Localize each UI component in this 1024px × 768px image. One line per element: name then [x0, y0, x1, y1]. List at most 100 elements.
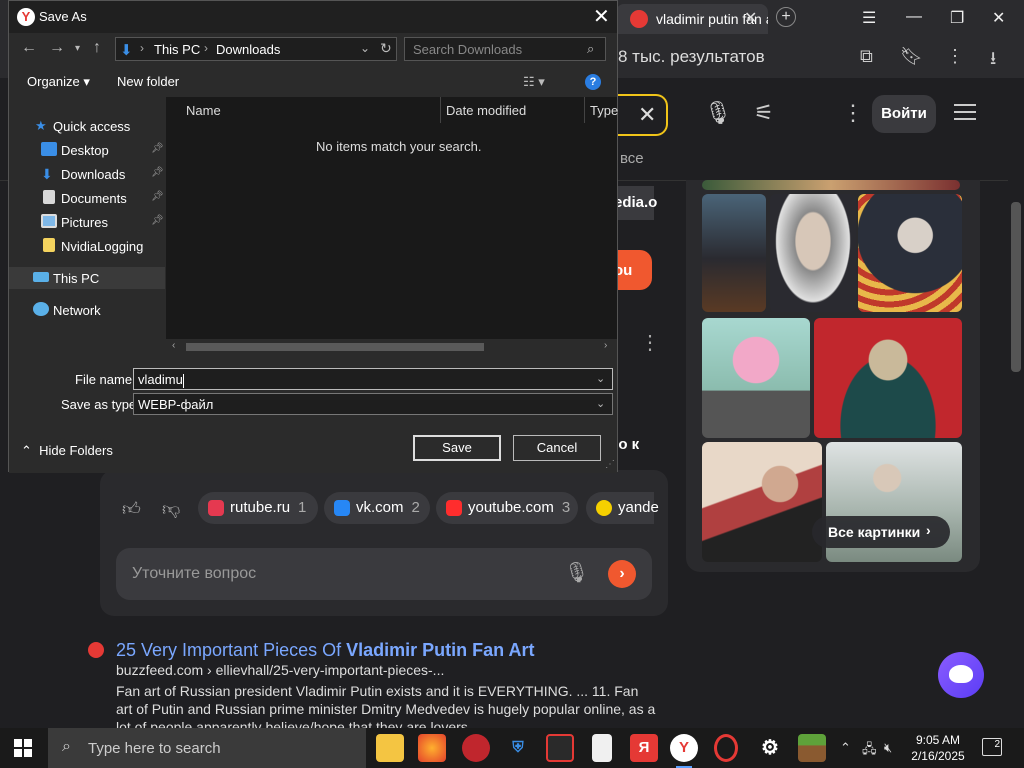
opera-icon[interactable]	[714, 734, 738, 762]
video-editor-icon[interactable]	[546, 734, 574, 762]
scrollbar-thumb[interactable]	[186, 343, 484, 351]
close-dialog-icon[interactable]: ✕	[593, 4, 610, 29]
help-icon[interactable]: ?	[585, 74, 601, 90]
alice-assistant-icon[interactable]	[938, 652, 984, 698]
image-thumbnail[interactable]	[858, 194, 962, 312]
taskbar-clock[interactable]: 9:05 AM 2/16/2025	[906, 732, 970, 764]
column-header-name[interactable]: Name	[186, 103, 221, 118]
save-as-type-select[interactable]: WEBP-файл ⌄	[133, 393, 613, 415]
horizontal-scrollbar[interactable]: ‹ ›	[166, 339, 617, 355]
column-divider[interactable]	[584, 97, 585, 123]
source-chip-yandex[interactable]: yande	[586, 492, 659, 524]
nav-item-quick-access[interactable]: ★ Quick access	[9, 115, 165, 137]
clear-search-icon[interactable]: ✕	[638, 102, 656, 128]
hide-folders-button[interactable]: ⌃ Hide Folders	[21, 443, 113, 459]
column-header-type[interactable]: Type	[590, 103, 618, 118]
network-icon	[33, 302, 49, 316]
yandex-icon[interactable]: Я	[630, 734, 658, 762]
new-tab-button[interactable]: +	[776, 7, 796, 27]
organize-button[interactable]: Organize ▾	[27, 74, 90, 90]
file-explorer-icon[interactable]	[376, 734, 404, 762]
breadcrumb-downloads[interactable]: Downloads	[216, 42, 280, 57]
search-input[interactable]: Search Downloads ⌕	[404, 37, 606, 61]
view-options-icon[interactable]: ☷ ▾	[523, 74, 545, 90]
result-snippet: Fan art of Russian president Vladimir Pu…	[116, 683, 656, 728]
source-chip-vk[interactable]: vk.com 2	[324, 492, 430, 524]
close-window-icon[interactable]: ✕	[992, 8, 1005, 28]
address-path[interactable]: ⬇ › This PC › Downloads ⌄ ↻	[115, 37, 397, 61]
up-arrow-icon[interactable]: ↑	[93, 39, 101, 57]
volume-muted-icon[interactable]: 🔇︎	[884, 740, 892, 756]
more-icon[interactable]: ⋮	[946, 46, 964, 67]
shield-icon[interactable]: ⛨	[504, 734, 532, 762]
microphone-icon[interactable]: 🎙︎	[564, 560, 589, 585]
chevron-down-icon[interactable]: ⌄	[596, 372, 605, 385]
thumbs-up-icon[interactable]: 👍︎	[122, 498, 141, 520]
image-thumbnail[interactable]	[814, 318, 962, 438]
nav-item-network[interactable]: Network	[9, 299, 165, 321]
column-divider[interactable]	[440, 97, 441, 123]
microphone-icon[interactable]: 🎙︎	[704, 100, 732, 126]
download-icon[interactable]: ⭳	[990, 46, 996, 76]
more-icon[interactable]: ⋮	[842, 100, 864, 126]
scroll-left-icon[interactable]: ‹	[172, 340, 175, 351]
nav-item-nvidialogging[interactable]: NvidiaLogging	[9, 235, 165, 257]
chevron-down-icon[interactable]: ⌄	[360, 41, 370, 55]
refresh-icon[interactable]: ↻	[380, 40, 392, 57]
menu-icon[interactable]: ☰	[862, 8, 876, 28]
nav-item-pictures[interactable]: Pictures 📌︎	[9, 211, 165, 233]
image-thumbnail[interactable]	[702, 194, 766, 312]
breadcrumb-this-pc[interactable]: This PC	[154, 42, 200, 57]
tab-fragment[interactable]: все	[620, 150, 644, 167]
minimize-icon[interactable]: —	[906, 8, 922, 26]
notepad-icon[interactable]	[592, 734, 612, 762]
chevron-up-icon[interactable]: ⌃	[840, 740, 851, 756]
taskbar-search-input[interactable]: ⌕ Type here to search	[48, 728, 366, 768]
image-thumbnail[interactable]	[702, 318, 810, 438]
notification-center-icon[interactable]: 2	[982, 738, 1002, 756]
maximize-icon[interactable]: ❐	[950, 8, 964, 28]
all-images-button[interactable]: Все картинки ›	[812, 516, 950, 548]
resize-grip-icon[interactable]: ⋰	[605, 459, 615, 470]
more-icon[interactable]: ⋮	[640, 330, 660, 355]
refine-input[interactable]: Уточните вопрос 🎙︎ ›	[116, 548, 652, 600]
tab-close-icon[interactable]: ✕	[744, 8, 757, 28]
nav-item-this-pc[interactable]: This PC	[9, 267, 165, 289]
scroll-right-icon[interactable]: ›	[604, 340, 607, 351]
chevron-down-icon[interactable]: ⌄	[596, 397, 605, 410]
image-thumbnail[interactable]	[702, 442, 822, 562]
extensions-icon[interactable]: ⧉	[860, 46, 873, 67]
hamburger-menu-icon[interactable]	[954, 104, 976, 120]
result-url[interactable]: buzzfeed.com › ellievhall/25-very-import…	[116, 662, 444, 678]
new-folder-button[interactable]: New folder	[117, 74, 179, 89]
nav-item-documents[interactable]: Documents 📌︎	[9, 187, 165, 209]
firefox-icon[interactable]	[418, 734, 446, 762]
thumbs-down-icon[interactable]: 👎︎	[162, 498, 180, 520]
image-thumbnail[interactable]	[770, 194, 856, 312]
cancel-button[interactable]: Cancel	[513, 435, 601, 461]
recent-locations-icon[interactable]: ▾	[75, 43, 80, 54]
settings-icon[interactable]: ⚙	[756, 734, 784, 762]
app-red-icon[interactable]	[462, 734, 490, 762]
save-button[interactable]: Save	[413, 435, 501, 461]
page-scrollbar[interactable]	[1008, 180, 1024, 728]
minecraft-icon[interactable]	[798, 734, 826, 762]
image-thumbnail[interactable]	[702, 180, 960, 190]
nav-item-desktop[interactable]: Desktop 📌︎	[9, 139, 165, 161]
file-name-input[interactable]: vladimu ⌄	[133, 368, 613, 390]
back-arrow-icon[interactable]: ←	[21, 39, 37, 57]
nav-item-downloads[interactable]: ⬇ Downloads 📌︎	[9, 163, 165, 185]
source-chip-rutube[interactable]: rutube.ru 1	[198, 492, 318, 524]
yandex-browser-icon[interactable]: Y	[670, 734, 698, 768]
bookmark-icon[interactable]: 🔖︎	[900, 46, 923, 67]
file-list[interactable]: Name Date modified Type No items match y…	[166, 97, 618, 355]
filters-icon[interactable]: ⚟	[754, 100, 774, 126]
windows-start-icon[interactable]	[14, 739, 32, 757]
result-title-link[interactable]: 25 Very Important Pieces Of Vladimir Put…	[116, 640, 534, 661]
submit-arrow-icon[interactable]: ›	[608, 560, 636, 588]
network-tray-icon[interactable]: 🖧︎	[862, 740, 877, 762]
source-chip-youtube[interactable]: youtube.com 3	[436, 492, 578, 524]
column-header-date[interactable]: Date modified	[446, 103, 526, 118]
login-button[interactable]: Войти	[872, 95, 936, 133]
forward-arrow-icon[interactable]: →	[49, 39, 65, 57]
